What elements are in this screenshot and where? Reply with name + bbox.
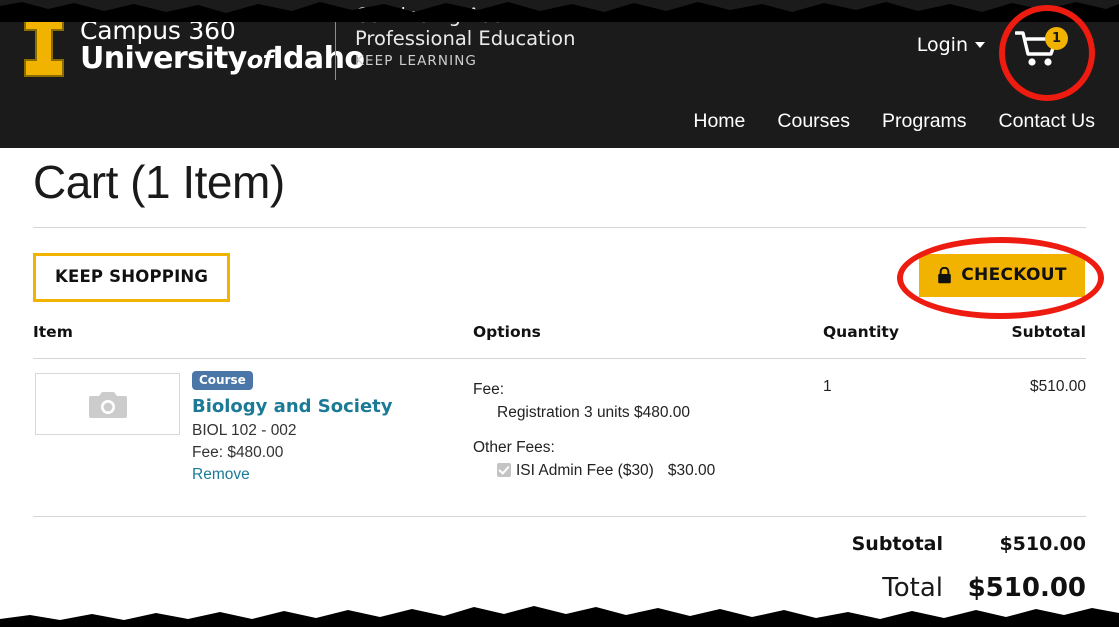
cart-page-screenshot: Campus 360 UniversityofIdaho Continuing … <box>0 0 1119 627</box>
tagline-line-1: Continuing Adult <box>355 4 518 27</box>
table-footer-divider <box>33 516 1086 517</box>
camera-placeholder-icon <box>88 392 127 418</box>
brand-tagline: Continuing Adult Professional Education … <box>355 4 575 70</box>
totals-total-label: Total <box>882 573 943 603</box>
nav-item-contact-us[interactable]: Contact Us <box>999 110 1095 133</box>
chevron-down-icon <box>975 41 985 48</box>
totals-subtotal-label: Subtotal <box>851 533 943 555</box>
checkout-label: CHECKOUT <box>961 265 1067 285</box>
cart-badge-count: 1 <box>1045 27 1068 50</box>
site-header: Campus 360 UniversityofIdaho Continuing … <box>0 0 1119 148</box>
other-fee-line-item: ISI Admin Fee ($30) $30.00 <box>497 459 803 482</box>
login-dropdown[interactable]: Login <box>917 34 985 56</box>
university-of-idaho-i-logo-icon <box>22 12 66 78</box>
main-navigation: Home Courses Programs Contact Us <box>693 110 1095 133</box>
totals-row-subtotal: Subtotal $510.00 <box>33 533 1086 573</box>
cart-content: Cart (1 Item) KEEP SHOPPING CHECKOUT Ite… <box>0 148 1119 627</box>
column-header-subtotal: Subtotal <box>1011 323 1086 341</box>
nav-item-programs[interactable]: Programs <box>882 110 967 133</box>
tagline-line-2: Professional Education <box>355 27 576 50</box>
brand-divider <box>335 8 336 80</box>
remove-item-link[interactable]: Remove <box>192 466 250 484</box>
column-header-item: Item <box>33 323 73 341</box>
other-fee-checkbox <box>497 462 511 477</box>
brand-text: Campus 360 UniversityofIdaho <box>80 16 365 76</box>
table-row: Course Biology and Society BIOL 102 - 00… <box>33 371 1086 516</box>
item-type-badge: Course <box>192 371 253 390</box>
nav-item-courses[interactable]: Courses <box>777 110 850 133</box>
login-label: Login <box>916 34 968 56</box>
cart-button[interactable]: 1 <box>1014 27 1069 78</box>
fee-label: Fee: <box>473 381 505 398</box>
table-header-divider <box>33 358 1086 359</box>
fee-line-item: Registration 3 units $480.00 <box>497 404 691 422</box>
cart-totals: Subtotal $510.00 Total $510.00 <box>33 533 1086 613</box>
cart-table: Item Options Quantity Subtotal Course Bi… <box>33 323 1086 517</box>
brand-lockup[interactable]: Campus 360 UniversityofIdaho <box>22 12 365 78</box>
item-fee-text: Fee: $480.00 <box>192 443 284 461</box>
item-subtotal: $510.00 <box>1029 378 1086 395</box>
item-details: Course Biology and Society BIOL 102 - 00… <box>192 371 462 484</box>
item-options: Fee: Registration 3 units $480.00 Other … <box>473 378 803 482</box>
page-title: Cart (1 Item) <box>33 156 285 208</box>
brand-university-label: UniversityofIdaho <box>80 41 365 76</box>
totals-row-total: Total $510.00 <box>33 573 1086 613</box>
cart-table-header: Item Options Quantity Subtotal <box>33 323 1086 350</box>
title-divider <box>33 227 1086 228</box>
item-thumbnail <box>35 373 180 435</box>
brand-campus-label: Campus 360 <box>80 16 236 45</box>
checkout-button[interactable]: CHECKOUT <box>919 254 1085 297</box>
column-header-quantity: Quantity <box>823 323 899 341</box>
item-title-link[interactable]: Biology and Society <box>192 396 462 418</box>
other-fee-amount: $30.00 <box>667 461 716 479</box>
totals-total-value: $510.00 <box>967 573 1086 603</box>
lock-icon <box>938 267 952 284</box>
item-course-code: BIOL 102 - 002 <box>192 421 297 439</box>
nav-item-home[interactable]: Home <box>693 110 745 133</box>
column-header-options: Options <box>473 323 541 341</box>
totals-subtotal-value: $510.00 <box>999 533 1086 555</box>
other-fees-label: Other Fees: <box>473 438 555 456</box>
item-quantity: 1 <box>823 378 832 395</box>
tagline-line-3: KEEP LEARNING <box>355 53 477 69</box>
other-fee-name: ISI Admin Fee ($30) <box>516 461 654 479</box>
keep-shopping-button[interactable]: KEEP SHOPPING <box>33 253 231 302</box>
